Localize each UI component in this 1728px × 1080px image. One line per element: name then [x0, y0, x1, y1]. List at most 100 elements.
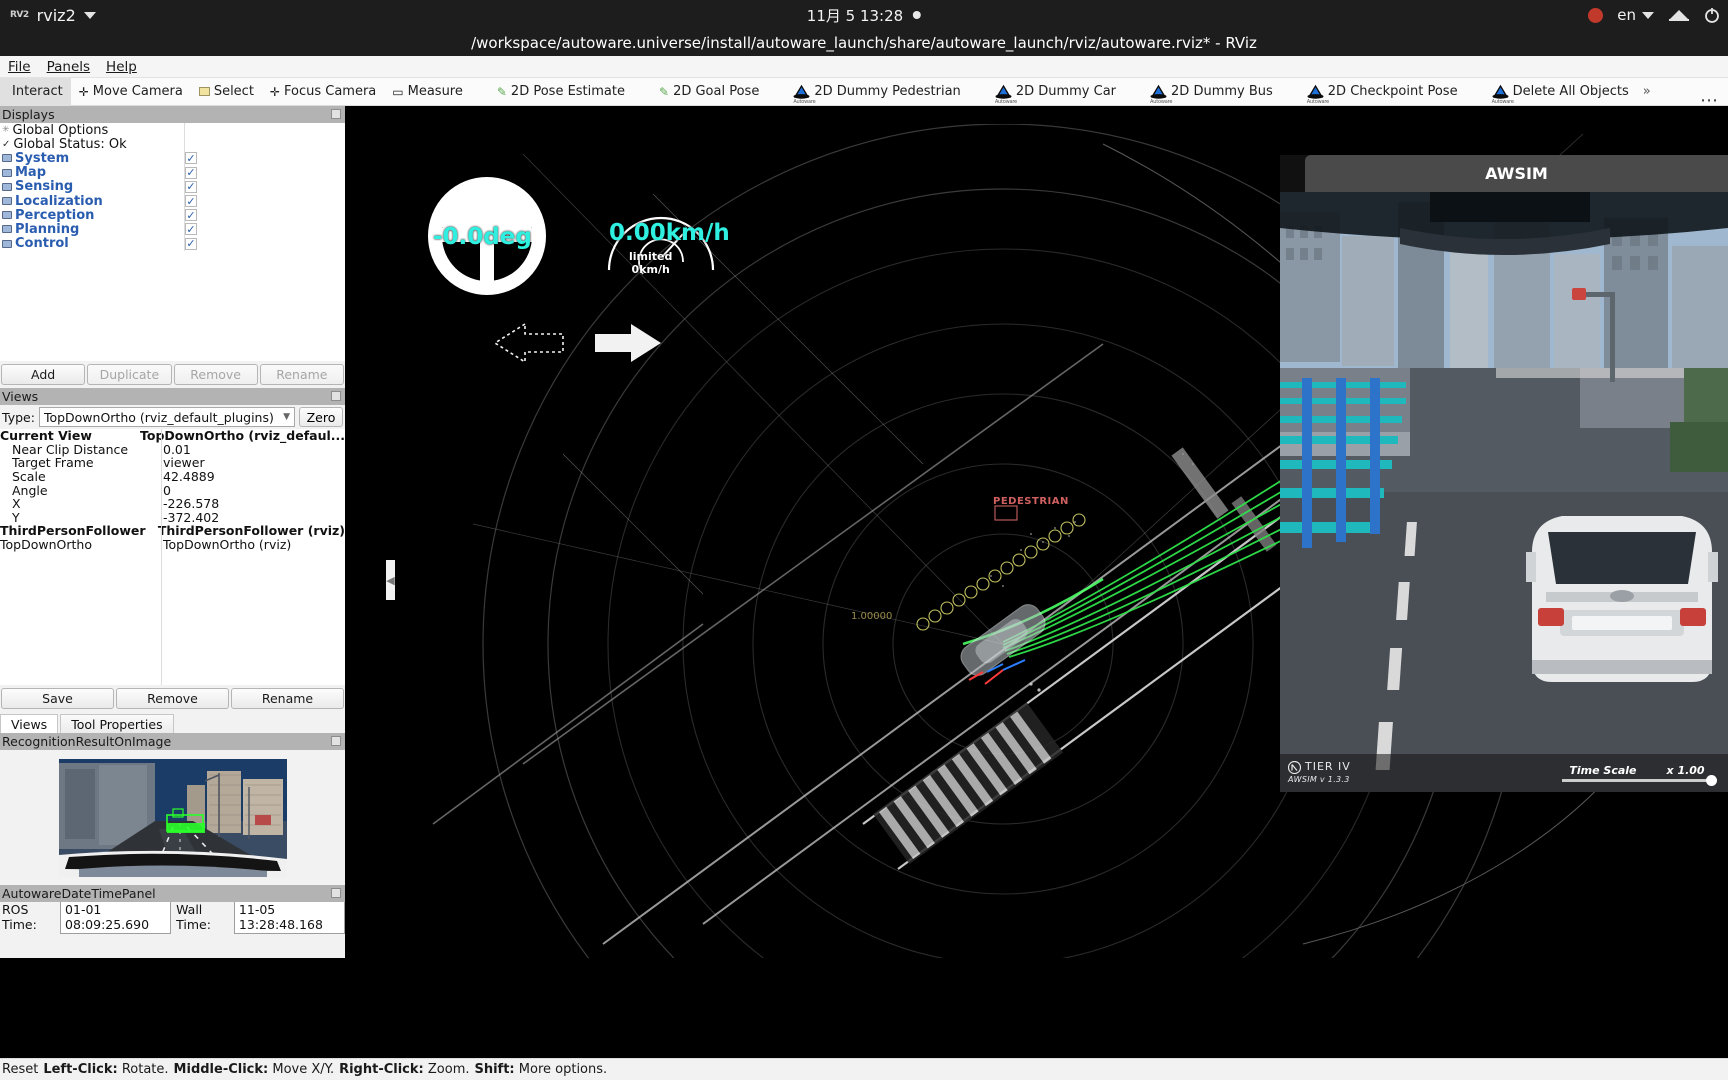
view-type-select[interactable]: TopDownOrtho (rviz_default_plugins) ▼	[38, 407, 295, 427]
display-checkbox[interactable]: ✓	[185, 195, 197, 208]
display-checkbox[interactable]: ✓	[185, 209, 197, 222]
remove-view-button[interactable]: Remove	[116, 688, 229, 709]
float-panel-icon[interactable]	[331, 391, 341, 401]
save-view-button[interactable]: Save	[1, 688, 114, 709]
tab-views[interactable]: Views	[0, 714, 59, 733]
property-row-near-clip-distance[interactable]: Near Clip Distance 0.01	[0, 442, 345, 457]
tool-move-camera[interactable]: ✛ Move Camera	[71, 78, 191, 106]
remove-display-button[interactable]: Remove	[173, 364, 258, 385]
display-item-global-status[interactable]: ✓ Global Status: Ok	[0, 136, 345, 152]
display-item-label: Global Status: Ok	[13, 136, 127, 152]
tool-select[interactable]: Select	[191, 78, 262, 106]
display-checkbox[interactable]: ✓	[185, 152, 197, 165]
tool-delete-all-objects-label: Delete All Objects	[1512, 84, 1629, 99]
pedestrian-object-label: PEDESTRIAN	[993, 496, 1069, 507]
display-item-map[interactable]: Map ✓	[0, 165, 345, 180]
display-checkbox[interactable]: ✓	[185, 166, 197, 179]
power-icon[interactable]	[1704, 7, 1720, 23]
property-row-current-view[interactable]: Current View TopDownOrtho (rviz_defaul..…	[0, 428, 345, 443]
tool-2d-dummy-pedestrian[interactable]: Autoware 2D Dummy Pedestrian	[785, 78, 968, 106]
zero-button[interactable]: Zero	[299, 407, 343, 427]
display-checkbox[interactable]: ✓	[185, 180, 197, 193]
property-row-target-frame[interactable]: Target Frame viewer	[0, 455, 345, 470]
tool-focus-camera[interactable]: ✛ Focus Camera	[262, 78, 384, 106]
display-item-control[interactable]: Control ✓	[0, 236, 345, 252]
status-bar: Reset Left-Click: Rotate. Middle-Click: …	[0, 1058, 1728, 1080]
float-panel-icon[interactable]	[331, 888, 341, 898]
display-item-label: Control	[15, 236, 69, 252]
desktop-app-name: rviz2	[36, 5, 76, 25]
display-item-planning[interactable]: Planning ✓	[0, 222, 345, 237]
rename-view-button[interactable]: Rename	[231, 688, 344, 709]
display-item-global-options[interactable]: ✳ Global Options	[0, 123, 345, 138]
display-item-perception[interactable]: Perception ✓	[0, 208, 345, 223]
tool-2d-dummy-car-label: 2D Dummy Car	[1015, 84, 1117, 99]
desktop-status-area[interactable]: en	[1588, 6, 1720, 24]
notification-dot-icon	[913, 11, 922, 19]
tier-iv-logo-icon	[1288, 760, 1301, 774]
toolbar-more-options-icon[interactable]: ⋯	[1700, 90, 1718, 111]
add-display-button[interactable]: Add	[1, 364, 86, 385]
tool-delete-all-objects[interactable]: Autoware Delete All Objects	[1484, 78, 1637, 106]
tab-tool-properties[interactable]: Tool Properties	[60, 714, 174, 733]
property-row-scale[interactable]: Scale 42.4889	[0, 469, 345, 484]
hint-right-click-text: Zoom.	[427, 1062, 470, 1077]
reset-button[interactable]: Reset	[2, 1062, 38, 1077]
chevron-down-icon[interactable]	[83, 11, 96, 19]
time-scale-control[interactable]: Time Scale x 1.00	[1562, 764, 1717, 786]
goal-pose-icon: ✎	[659, 84, 670, 99]
screen-record-icon[interactable]	[1588, 7, 1604, 23]
duplicate-display-button[interactable]: Duplicate	[87, 364, 172, 385]
property-column-divider	[161, 429, 162, 685]
tool-measure[interactable]: ▭ Measure	[384, 78, 471, 106]
folder-icon	[2, 225, 12, 234]
autoware-logo-icon: Autoware	[793, 84, 816, 105]
property-row-x[interactable]: X -226.578	[0, 496, 345, 511]
display-checkbox[interactable]: ✓	[185, 237, 197, 250]
property-row-y[interactable]: Y -372.402	[0, 510, 345, 525]
awsim-window[interactable]: AWSIM TIER IV AWSIM v 1.3.3 Time Scale x…	[1280, 155, 1728, 792]
property-row-angle[interactable]: Angle 0	[0, 483, 345, 498]
hint-shift: Shift: More options.	[474, 1062, 607, 1077]
menu-item-panels[interactable]: Panels	[39, 59, 98, 75]
float-panel-icon[interactable]	[331, 736, 341, 746]
language-indicator[interactable]: en	[1617, 6, 1654, 24]
property-row-top-down-ortho[interactable]: TopDownOrtho TopDownOrtho (rviz)	[0, 537, 345, 552]
tool-measure-label: Measure	[407, 84, 463, 99]
tool-2d-checkpoint-pose[interactable]: Autoware 2D Checkpoint Pose	[1299, 78, 1466, 106]
select-icon	[198, 87, 210, 96]
desktop-app-menu[interactable]: RV2 rviz2	[0, 6, 96, 25]
time-scale-slider[interactable]	[1562, 775, 1717, 786]
tool-2d-checkpoint-pose-label: 2D Checkpoint Pose	[1327, 84, 1458, 99]
display-item-localization[interactable]: Localization ✓	[0, 194, 345, 209]
network-icon[interactable]	[1668, 7, 1690, 23]
desktop-clock[interactable]: 11月 5 13:28	[807, 5, 922, 26]
rviz-app-badge-icon: RV2	[10, 10, 29, 20]
tool-2d-pose-estimate[interactable]: ✎ 2D Pose Estimate	[489, 78, 633, 106]
menu-item-help[interactable]: Help	[98, 59, 145, 75]
tool-2d-dummy-bus[interactable]: Autoware 2D Dummy Bus	[1142, 78, 1281, 106]
tool-2d-dummy-car[interactable]: Autoware 2D Dummy Car	[987, 78, 1124, 106]
display-item-system[interactable]: System ✓	[0, 150, 345, 166]
float-panel-icon[interactable]	[331, 109, 341, 119]
dock-splitter-handle[interactable]: ◀	[386, 560, 395, 600]
tool-2d-goal-pose[interactable]: ✎ 2D Goal Pose	[651, 78, 767, 106]
speed-limit-label: limited	[629, 250, 673, 263]
display-item-label: System	[15, 150, 70, 166]
hint-left-click-text: Rotate.	[121, 1062, 169, 1077]
tier-iv-brand-label: TIER IV	[1305, 760, 1351, 773]
display-checkbox[interactable]: ✓	[185, 223, 197, 236]
time-scale-slider-knob[interactable]	[1706, 775, 1717, 786]
tool-2d-goal-pose-label: 2D Goal Pose	[673, 84, 760, 99]
steering-angle-value: -0.0deg	[433, 224, 532, 250]
folder-icon	[2, 168, 12, 177]
datetime-panel-body: ROS Time: 01-01 08:09:25.690 Wall Time: …	[0, 900, 345, 934]
toolbar-overflow-button[interactable]: »	[1637, 84, 1657, 99]
tool-interact[interactable]: Interact	[0, 77, 71, 106]
rename-display-button[interactable]: Rename	[259, 364, 344, 385]
property-row-third-person-follower[interactable]: ThirdPersonFollower ThirdPersonFollower …	[0, 523, 345, 538]
awsim-footer: TIER IV AWSIM v 1.3.3 Time Scale x 1.00	[1280, 754, 1728, 792]
display-item-sensing[interactable]: Sensing ✓	[0, 179, 345, 194]
folder-icon	[2, 211, 12, 220]
menu-item-file[interactable]: File	[0, 59, 39, 75]
